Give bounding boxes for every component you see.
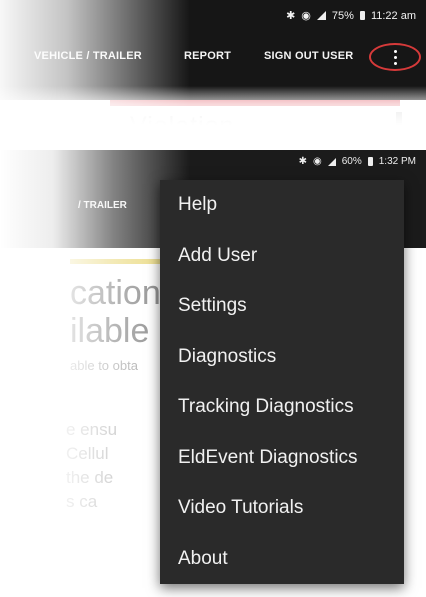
battery-level: 60% [341, 156, 362, 167]
menu-item-add-user[interactable]: Add User [160, 231, 404, 282]
menu-item-about[interactable]: About [160, 534, 404, 585]
menu-item-settings[interactable]: Settings [160, 281, 404, 332]
battery-level: 75% [331, 9, 354, 22]
status-bar: ✱ ◉ 75% 11:22 am [286, 9, 416, 23]
overflow-menu-button[interactable] [369, 43, 421, 71]
tab-vehicle-trailer[interactable]: / TRAILER [78, 200, 127, 211]
background-heading-line: cation [70, 274, 161, 312]
background-heading-line: ilable [70, 312, 150, 350]
more-vert-icon [394, 50, 397, 65]
bluetooth-icon: ✱ [286, 10, 296, 22]
status-indicator-bar [70, 259, 160, 264]
bottom-screenshot: ✱ ◉ 60% 1:32 PM / TRAILER cation ilable … [0, 150, 426, 597]
background-paragraph-line: the de [66, 468, 114, 487]
clock: 11:22 am [370, 9, 416, 22]
top-screenshot: ✱ ◉ 75% 11:22 am VEHICLE / TRAILER REPOR… [0, 0, 426, 138]
menu-item-tracking-diagnostics[interactable]: Tracking Diagnostics [160, 382, 404, 433]
tab-vehicle-trailer[interactable]: VEHICLE / TRAILER [34, 50, 142, 62]
overflow-menu: Help Add User Settings Diagnostics Track… [160, 180, 404, 584]
tab-bar: VEHICLE / TRAILER REPORT SIGN OUT USER [0, 45, 426, 71]
signal-icon [316, 11, 326, 20]
menu-item-eldevent-diagnostics[interactable]: EldEvent Diagnostics [160, 433, 404, 484]
tab-report[interactable]: REPORT [184, 50, 231, 62]
menu-item-diagnostics[interactable]: Diagnostics [160, 332, 404, 383]
background-paragraph-line: s ca [66, 492, 98, 511]
wifi-icon: ◉ [301, 10, 311, 22]
status-indicator-bar [110, 100, 400, 106]
bluetooth-icon: ✱ [298, 156, 307, 167]
clock: 1:32 PM [378, 156, 416, 167]
background-paragraph-line: Cellul [66, 444, 109, 463]
violation-heading: Violation [130, 112, 235, 138]
menu-item-video-tutorials[interactable]: Video Tutorials [160, 483, 404, 534]
menu-item-help[interactable]: Help [160, 180, 404, 231]
heading-edge-mark [396, 112, 402, 134]
signal-icon [327, 157, 336, 166]
background-paragraph-line: e ensu [66, 420, 118, 439]
background-subtext: able to obta [70, 358, 138, 373]
status-bar: ✱ ◉ 60% 1:32 PM [299, 156, 416, 167]
battery-icon [359, 11, 365, 20]
battery-icon [367, 157, 373, 166]
tab-sign-out-user[interactable]: SIGN OUT USER [264, 50, 353, 62]
app-bar: ✱ ◉ 75% 11:22 am VEHICLE / TRAILER REPOR… [0, 0, 426, 100]
wifi-icon: ◉ [313, 156, 322, 167]
